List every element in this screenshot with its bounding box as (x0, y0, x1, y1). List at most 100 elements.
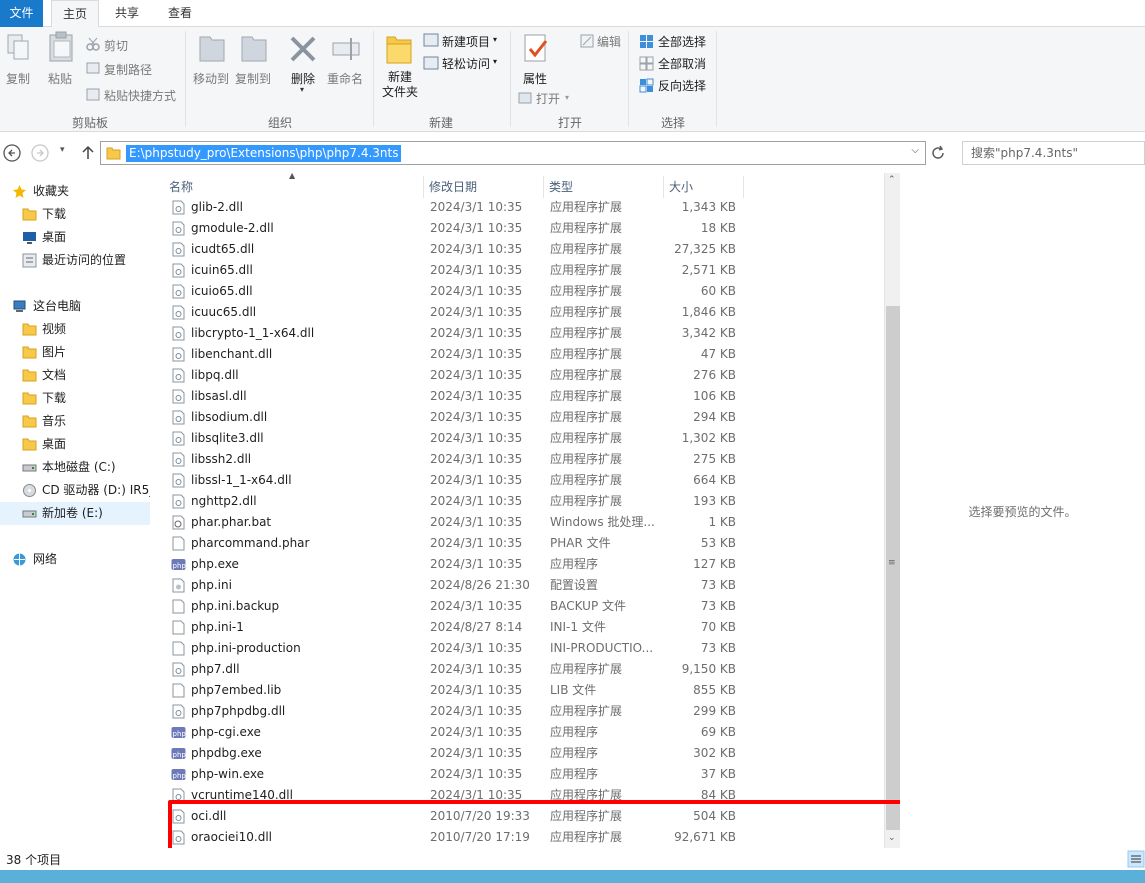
file-type: 应用程序扩展 (550, 200, 623, 214)
file-date: 2024/3/1 10:35 (430, 599, 523, 613)
nav-item[interactable]: 文档 (0, 364, 150, 387)
vertical-scrollbar[interactable]: ⌃ ≡ ⌄ (884, 173, 900, 848)
chevron-down-icon[interactable]: ▾ (493, 35, 497, 44)
nav-item[interactable]: CD 驱动器 (D:) IR5_ (0, 479, 150, 502)
file-row[interactable]: php.ini.backup 2024/3/1 10:35 BACKUP 文件 73 … (164, 596, 744, 617)
nav-item[interactable]: 本地磁盘 (C:) (0, 456, 150, 479)
new-folder-button[interactable]: 新建 文件夹 (380, 70, 420, 100)
file-row[interactable]: php.ini-1 2024/8/27 8:14 INI-1 文件 70 KB (164, 617, 744, 638)
column-header-type[interactable]: 类型 (544, 176, 664, 198)
move-to-button[interactable]: 移动到 (192, 70, 230, 87)
copy-path-button[interactable]: 复制路径 (104, 61, 152, 78)
clipboard-group-label: 剪贴板 (71, 116, 108, 130)
nav-item[interactable]: 视频 (0, 318, 150, 341)
chevron-down-icon[interactable]: ▾ (300, 85, 304, 94)
nav-item[interactable]: 音乐 (0, 410, 150, 433)
file-type: 应用程序扩展 (550, 662, 623, 676)
file-row[interactable]: libsasl.dll 2024/3/1 10:35 应用程序扩展 106 KB (164, 386, 744, 407)
chevron-down-icon[interactable]: ▾ (493, 57, 497, 66)
column-header-name[interactable]: 名称 (164, 176, 424, 198)
file-row[interactable]: glib-2.dll 2024/3/1 10:35 应用程序扩展 1,343 KB (164, 197, 744, 218)
file-row[interactable]: php phpdbg.exe 2024/3/1 10:35 应用程序 302 KB (164, 743, 744, 764)
file-row[interactable]: icuin65.dll 2024/3/1 10:35 应用程序扩展 2,571 KB (164, 260, 744, 281)
file-row[interactable]: libsodium.dll 2024/3/1 10:35 应用程序扩展 294 KB (164, 407, 744, 428)
file-row[interactable]: gmodule-2.dll 2024/3/1 10:35 应用程序扩展 18 KB (164, 218, 744, 239)
php-exe-icon: php (171, 559, 186, 570)
select-all-button[interactable]: 全部选择 (658, 33, 706, 50)
tab-share[interactable]: 共享 (105, 0, 149, 27)
file-row[interactable]: libpq.dll 2024/3/1 10:35 应用程序扩展 276 KB (164, 365, 744, 386)
file-row[interactable]: icudt65.dll 2024/3/1 10:35 应用程序扩展 27,325 KB (164, 239, 744, 260)
select-none-button[interactable]: 全部取消 (658, 55, 706, 72)
file-row[interactable]: php php.exe 2024/3/1 10:35 应用程序 127 KB (164, 554, 744, 575)
nav-item[interactable]: 下载 (0, 387, 150, 410)
forward-icon[interactable] (30, 143, 50, 163)
details-view-icon[interactable] (1127, 850, 1145, 868)
nav-item[interactable]: 最近访问的位置 (0, 249, 150, 272)
properties-button[interactable]: 属性 (520, 70, 550, 87)
file-row[interactable]: libcrypto-1_1-x64.dll 2024/3/1 10:35 应用程序扩… (164, 323, 744, 344)
easy-access-button[interactable]: 轻松访问 (442, 55, 490, 72)
nav-item-label: 图片 (42, 345, 67, 359)
copy-path-icon (86, 62, 100, 74)
recent-locations-chevron-icon[interactable]: ▾ (60, 145, 65, 155)
column-header-size[interactable]: 大小 (664, 176, 744, 198)
file-list: ▲ 名称 修改日期 类型 大小 glib-2.dll 2024/3/1 10:35… (151, 171, 900, 848)
nav-item[interactable]: 下载 (0, 203, 150, 226)
tab-home[interactable]: 主页 (51, 0, 99, 28)
file-row[interactable]: nghttp2.dll 2024/3/1 10:35 应用程序扩展 193 KB (164, 491, 744, 512)
file-row[interactable]: icuio65.dll 2024/3/1 10:35 应用程序扩展 60 KB (164, 281, 744, 302)
file-row[interactable]: libssl-1_1-x64.dll 2024/3/1 10:35 应用程序扩展 66… (164, 470, 744, 491)
file-row[interactable]: icuuc65.dll 2024/3/1 10:35 应用程序扩展 1,846 KB (164, 302, 744, 323)
select-group-label: 选择 (660, 116, 685, 130)
copy-button[interactable]: 复制 (5, 70, 31, 87)
nav-item[interactable]: 桌面 (0, 433, 150, 456)
dll-file-icon (172, 221, 185, 236)
file-row[interactable]: php7.dll 2024/3/1 10:35 应用程序扩展 9,150 KB (164, 659, 744, 680)
scrollbar-thumb[interactable]: ≡ (886, 306, 900, 830)
file-name: pharcommand.phar (191, 536, 310, 550)
file-row[interactable]: phar.phar.bat 2024/3/1 10:35 Windows 批处理..… (164, 512, 744, 533)
cut-button[interactable]: 剪切 (104, 37, 128, 54)
file-row[interactable]: libenchant.dll 2024/3/1 10:35 应用程序扩展 47 KB (164, 344, 744, 365)
nav-item[interactable]: 桌面 (0, 226, 150, 249)
scroll-up-icon[interactable]: ⌃ (888, 175, 896, 185)
rename-button[interactable]: 重命名 (325, 70, 365, 87)
address-bar[interactable]: E:\phpstudy_pro\Extensions\php\php7.4.3n… (100, 141, 926, 165)
rename-icon (332, 38, 360, 60)
file-row[interactable]: php7phpdbg.dll 2024/3/1 10:35 应用程序扩展 299 KB (164, 701, 744, 722)
nav-item[interactable]: 图片 (0, 341, 150, 364)
column-header-date[interactable]: 修改日期 (424, 176, 544, 198)
paste-button[interactable]: 粘贴 (46, 70, 74, 87)
up-icon[interactable] (78, 143, 98, 163)
edit-button[interactable]: 编辑 (597, 33, 621, 50)
new-item-button[interactable]: 新建项目 (442, 33, 490, 50)
copy-to-button[interactable]: 复制到 (234, 70, 272, 87)
file-row[interactable]: libsqlite3.dll 2024/3/1 10:35 应用程序扩展 1,302 … (164, 428, 744, 449)
file-row[interactable]: php php-cgi.exe 2024/3/1 10:35 应用程序 69 KB (164, 722, 744, 743)
address-dropdown-icon[interactable]: ⌵ (911, 145, 919, 156)
nav-item[interactable]: 网络 (0, 548, 150, 571)
open-button[interactable]: 打开 (536, 90, 560, 107)
file-row[interactable]: php php-win.exe 2024/3/1 10:35 应用程序 37 KB (164, 764, 744, 785)
invert-selection-button[interactable]: 反向选择 (658, 77, 706, 94)
address-path[interactable]: E:\phpstudy_pro\Extensions\php\php7.4.3n… (126, 145, 402, 162)
nav-item[interactable]: 新加卷 (E:) (0, 502, 150, 525)
file-row[interactable]: libssh2.dll 2024/3/1 10:35 应用程序扩展 275 KB (164, 449, 744, 470)
file-row[interactable]: php.ini 2024/8/26 21:30 配置设置 73 KB (164, 575, 744, 596)
file-name: php7.dll (191, 662, 240, 676)
tab-file[interactable]: 文件 (0, 0, 43, 27)
file-row[interactable]: php7embed.lib 2024/3/1 10:35 LIB 文件 855 KB (164, 680, 744, 701)
tab-view[interactable]: 查看 (158, 0, 202, 27)
nav-item[interactable]: 收藏夹 (0, 180, 150, 203)
file-size: 193 KB (693, 494, 736, 508)
search-input[interactable]: 搜索"php7.4.3nts" (962, 141, 1145, 165)
nav-item[interactable]: 这台电脑 (0, 295, 150, 318)
paste-shortcut-button[interactable]: 粘贴快捷方式 (104, 87, 176, 104)
file-row[interactable]: php.ini-production 2024/3/1 10:35 INI-PROD… (164, 638, 744, 659)
file-name: php7phpdbg.dll (191, 704, 286, 718)
chevron-down-icon[interactable]: ▾ (565, 93, 569, 102)
back-icon[interactable] (2, 143, 22, 163)
file-row[interactable]: pharcommand.phar 2024/3/1 10:35 PHAR 文件 53 … (164, 533, 744, 554)
refresh-icon[interactable] (930, 145, 946, 161)
